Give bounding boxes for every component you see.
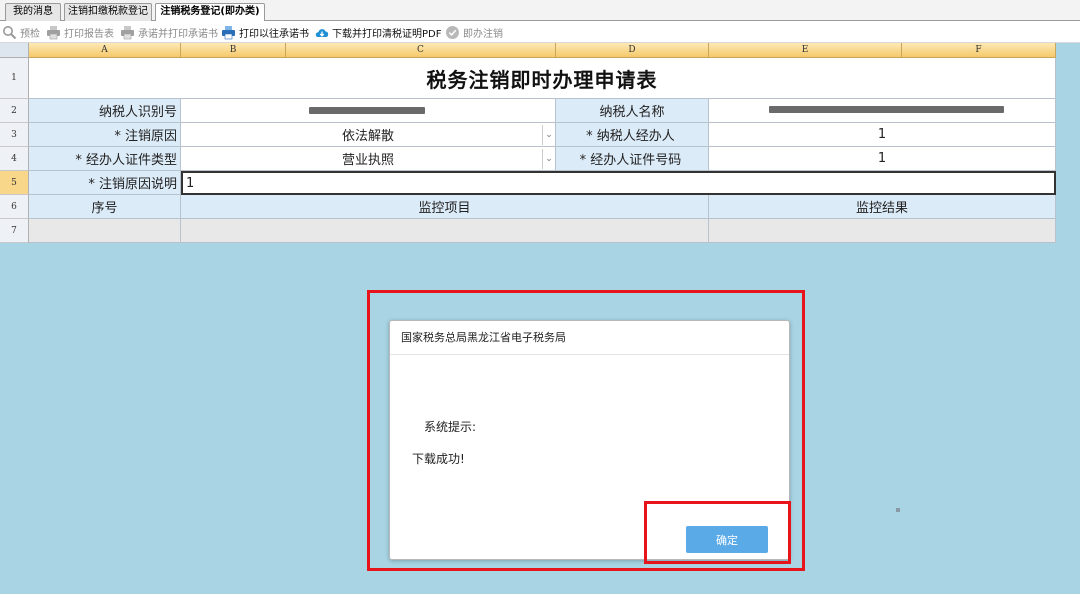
redacted-taxpayer-id <box>309 107 425 114</box>
tab-tax-cancel-instant[interactable]: 注销税务登记(即办类) <box>155 3 265 22</box>
printer-icon <box>221 25 236 40</box>
id-type-select[interactable]: 营业执照 <box>181 147 556 171</box>
column-header-d[interactable]: D <box>556 43 709 58</box>
print-report-label: 打印报告表 <box>64 28 114 40</box>
table-cell[interactable] <box>29 219 181 243</box>
column-header-b[interactable]: B <box>181 43 286 58</box>
id-type-label: * 经办人证件类型 <box>29 147 181 171</box>
print-report-button[interactable]: 打印报告表 <box>46 23 114 41</box>
chevron-down-icon[interactable]: ⌄ <box>542 149 555 169</box>
handler-label: * 纳税人经办人 <box>556 123 709 147</box>
form-title: 税务注销即时办理申请表 <box>29 58 1056 99</box>
dialog-title: 国家税务总局黑龙江省电子税务局 <box>390 321 789 355</box>
id-number-value: 1 <box>877 151 887 166</box>
print-old-commit-button[interactable]: 打印以往承诺书 <box>221 23 309 41</box>
preview-label: 预检 <box>20 28 40 40</box>
row-header-1[interactable]: 1 <box>0 58 29 99</box>
commit-print-label: 承诺并打印承诺书 <box>138 28 218 40</box>
column-header-c[interactable]: C <box>286 43 556 58</box>
table-cell[interactable] <box>709 219 1056 243</box>
id-number-label: * 经办人证件号码 <box>556 147 709 171</box>
tab-withholding-cancel[interactable]: 注销扣缴税款登记 <box>64 3 152 21</box>
cloud-download-icon <box>314 25 329 40</box>
row-header-7[interactable]: 7 <box>0 219 29 243</box>
reason-desc-label: * 注销原因说明 <box>29 171 181 195</box>
taxpayer-id-label: 纳税人识别号 <box>29 99 181 123</box>
row-header-3[interactable]: 3 <box>0 123 29 147</box>
column-header-f[interactable]: F <box>902 43 1056 58</box>
tab-my-messages[interactable]: 我的消息 <box>5 3 61 21</box>
row-header-6[interactable]: 6 <box>0 195 29 219</box>
toolbar: 预检 打印报告表 承诺并打印承诺书 打印以往承诺书 下载并打印清税证明PDF 即… <box>0 21 1080 43</box>
taxpayer-name-field <box>709 99 1056 123</box>
row-header-5[interactable]: 5 <box>0 171 29 195</box>
cancel-reason-select[interactable]: 依法解散 <box>181 123 556 147</box>
instant-cancel-label: 即办注销 <box>463 28 503 40</box>
print-old-commit-label: 打印以往承诺书 <box>239 28 309 40</box>
row-header-2[interactable]: 2 <box>0 99 29 123</box>
id-number-field[interactable]: 1 <box>709 147 1056 171</box>
check-circle-icon <box>445 25 460 40</box>
dialog-prompt: 系统提示: <box>424 420 477 434</box>
monitor-item-header: 监控项目 <box>181 195 709 219</box>
download-pdf-button[interactable]: 下载并打印清税证明PDF <box>314 23 441 41</box>
column-header-a[interactable]: A <box>29 43 181 58</box>
printer-icon <box>46 25 61 40</box>
taxpayer-id-field <box>181 99 556 123</box>
ok-button-highlight-box <box>644 501 791 564</box>
select-all-corner[interactable] <box>0 43 29 58</box>
preview-button[interactable]: 预检 <box>2 23 40 41</box>
cancel-reason-label: * 注销原因 <box>29 123 181 147</box>
instant-cancel-button[interactable]: 即办注销 <box>445 23 503 41</box>
chevron-down-icon[interactable]: ⌄ <box>542 125 555 145</box>
handler-value: 1 <box>877 127 887 142</box>
id-type-value: 营业执照 <box>341 153 394 168</box>
cancel-reason-value: 依法解散 <box>341 129 394 144</box>
marker-dot <box>896 508 900 512</box>
seq-header: 序号 <box>29 195 181 219</box>
handler-field[interactable]: 1 <box>709 123 1056 147</box>
magnifier-icon <box>2 25 17 40</box>
dialog-message: 下载成功! <box>412 452 465 466</box>
reason-desc-input[interactable]: 1 <box>181 171 1056 195</box>
download-pdf-label: 下载并打印清税证明PDF <box>332 28 442 40</box>
printer-icon <box>120 25 135 40</box>
table-cell[interactable] <box>181 219 709 243</box>
commit-print-button[interactable]: 承诺并打印承诺书 <box>120 23 218 41</box>
column-header-e[interactable]: E <box>709 43 902 58</box>
monitor-result-header: 监控结果 <box>709 195 1056 219</box>
redacted-taxpayer-name <box>769 106 1004 113</box>
reason-desc-value: 1 <box>186 175 195 191</box>
taxpayer-name-label: 纳税人名称 <box>556 99 709 123</box>
tab-bar: 我的消息 注销扣缴税款登记 注销税务登记(即办类) <box>0 0 1080 22</box>
row-header-4[interactable]: 4 <box>0 147 29 171</box>
